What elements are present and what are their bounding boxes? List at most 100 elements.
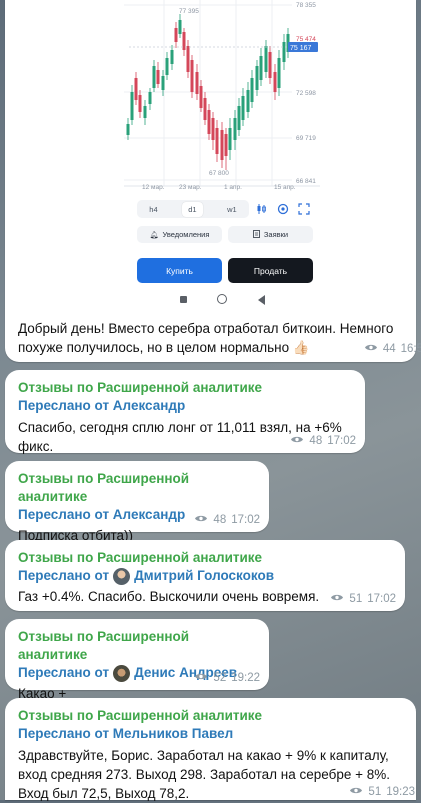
forwarded-prefix: Переслано от [18, 568, 110, 583]
forwarded-from[interactable]: Переслано от Александр [18, 397, 352, 415]
message-bubble[interactable]: Отзывы по Расширенной аналитике Переслан… [5, 461, 269, 543]
home-icon[interactable] [217, 294, 227, 304]
message-bubble[interactable]: Отзывы по Расширенной аналитике Переслан… [5, 619, 269, 701]
message-time: 17:02 [327, 435, 356, 447]
views-count: 48 [213, 514, 227, 526]
candle-body [246, 90, 250, 112]
date-label: 1 апр. [224, 184, 242, 191]
message-time: 19:23 [386, 786, 415, 798]
forward-source[interactable]: Отзывы по Расширенной аналитике [18, 379, 352, 397]
message-time: 16:5 [400, 343, 421, 355]
candle-body [148, 92, 152, 104]
message-text: Добрый день! Вместо серебра отработал би… [18, 321, 394, 355]
avatar[interactable] [113, 664, 131, 682]
candle-body [134, 78, 138, 100]
candle-body [255, 66, 259, 90]
candle-body [138, 95, 142, 112]
candle-body [268, 52, 272, 78]
eye-icon [349, 786, 363, 798]
timeframe-w1[interactable]: w1 [227, 205, 237, 214]
forward-source[interactable]: Отзывы по Расширенной аналитике [18, 470, 256, 506]
price-label-current: 75 167 [290, 45, 312, 52]
candle-body [199, 86, 203, 108]
candle-body [178, 20, 182, 34]
candle-body [190, 60, 194, 92]
forwarded-prefix: Переслано от [18, 665, 110, 680]
candle-body [282, 42, 286, 62]
message-time: 19:22 [231, 672, 260, 684]
eye-icon [330, 593, 344, 605]
candle-body [165, 58, 169, 75]
candles-icon[interactable] [256, 202, 268, 220]
sell-button[interactable]: Продать [228, 258, 313, 283]
candle-body [273, 72, 277, 92]
forwarded-name[interactable]: Дмитрий Голоскоков [134, 567, 274, 585]
candle-body [264, 46, 268, 72]
candle-body [250, 78, 254, 102]
timeframe-d1[interactable]: d1 [182, 201, 203, 217]
candle-body [241, 96, 245, 120]
message-meta: 44 16:5 [364, 343, 421, 355]
price-label-3: 72 598 [296, 90, 316, 97]
eye-icon [194, 672, 208, 684]
message-meta: 48 17:02 [194, 514, 260, 526]
forward-source[interactable]: Отзывы по Расширенной аналитике [18, 549, 392, 567]
price-label-top: 78 355 [296, 2, 316, 9]
message-meta: 52 19:22 [194, 672, 260, 684]
timeframe-bar: h4 d1 w1 [137, 200, 249, 218]
candle-body [237, 106, 241, 130]
date-label: 15 апр. [274, 184, 296, 191]
eye-icon [364, 343, 378, 355]
message-bubble[interactable]: Отзывы по Расширенной аналитике Переслан… [5, 370, 365, 454]
fullscreen-icon[interactable] [298, 202, 310, 220]
bell-icon: 🔔︎ [149, 231, 159, 239]
orders-label: Заявки [263, 230, 289, 239]
message-meta: 51 17:02 [330, 593, 396, 605]
avatar[interactable] [113, 567, 131, 585]
views-count: 44 [382, 343, 396, 355]
candle-body [203, 98, 207, 120]
candle-body [174, 28, 178, 42]
candle-body [259, 56, 263, 80]
recent-apps-icon[interactable] [180, 296, 187, 303]
candle-body [211, 118, 215, 140]
candle-body [215, 128, 219, 154]
message-bubble[interactable]: Отзывы по Расширенной аналитике Переслан… [5, 698, 416, 801]
candle-body [161, 76, 165, 90]
candle-body [130, 92, 134, 120]
embedded-screenshot[interactable]: 75 167 78 355 75 474 72 598 69 719 66 84… [124, 0, 320, 313]
forwarded-from[interactable]: Переслано от Мельников Павел [18, 725, 403, 743]
message-bubble[interactable]: Отзывы по Расширенной аналитике Переслан… [5, 540, 405, 611]
candle-body [170, 50, 174, 64]
notifications-label: Уведомления [162, 230, 210, 239]
message-meta: 48 17:02 [290, 435, 356, 447]
candle-body [277, 58, 281, 88]
candle-body [156, 70, 160, 84]
candle-body [224, 134, 228, 156]
views-count: 52 [213, 672, 227, 684]
date-axis: 12 мар. 23 мар. 1 апр. 15 апр. [124, 184, 320, 194]
candle-body [195, 72, 199, 94]
price-chart: 75 167 78 355 75 474 72 598 69 719 66 84… [124, 0, 320, 187]
back-icon[interactable] [258, 295, 265, 305]
candle-body [228, 128, 232, 150]
timeframe-h4[interactable]: h4 [149, 205, 157, 214]
forward-source[interactable]: Отзывы по Расширенной аналитике [18, 707, 403, 725]
forwarded-from[interactable]: Переслано от Дмитрий Голоскоков [18, 567, 392, 585]
buy-button[interactable]: Купить [137, 258, 222, 283]
candle-body [126, 124, 130, 135]
views-count: 51 [349, 593, 363, 605]
android-nav-bar [124, 292, 320, 308]
candle-body [152, 66, 156, 88]
message-time: 17:02 [367, 593, 396, 605]
candle-body [220, 130, 224, 160]
message-bubble-screenshot[interactable]: 75 167 78 355 75 474 72 598 69 719 66 84… [5, 0, 421, 362]
views-count: 51 [368, 786, 382, 798]
date-label: 23 мар. [179, 184, 202, 191]
eye-icon [194, 514, 208, 526]
orders-button[interactable]: Заявки [228, 226, 313, 243]
forward-source[interactable]: Отзывы по Расширенной аналитике [18, 628, 256, 664]
settings-icon[interactable] [277, 202, 289, 220]
notifications-button[interactable]: 🔔︎ Уведомления [137, 226, 222, 243]
candle-body [207, 110, 211, 134]
